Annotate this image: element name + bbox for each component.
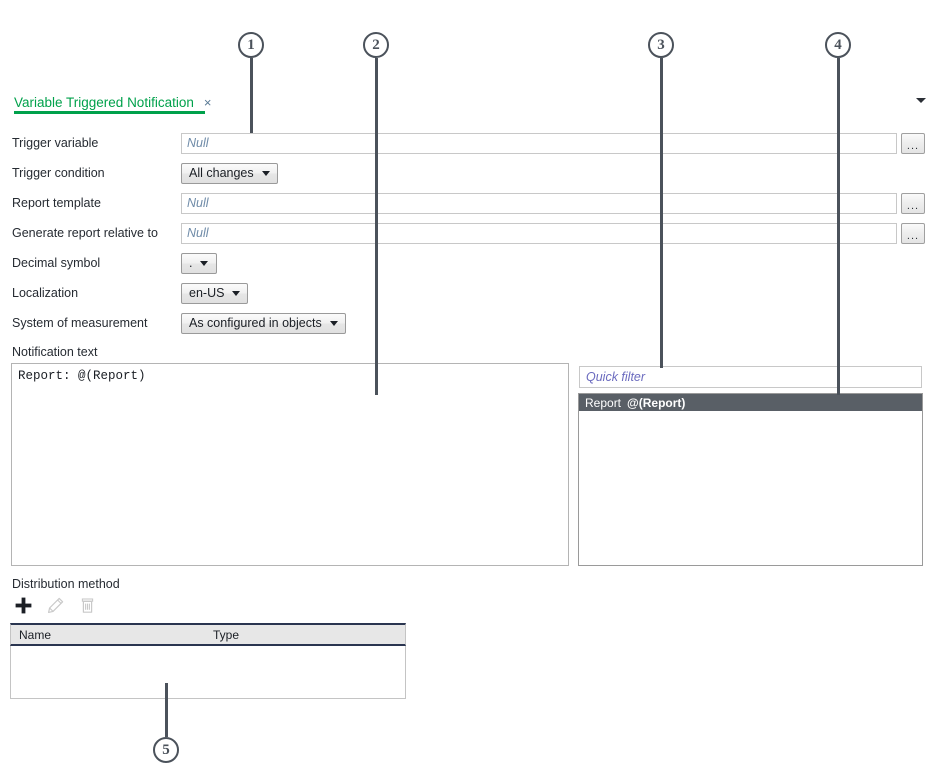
callout-marker-3: 3: [648, 32, 674, 58]
chevron-down-icon: [200, 260, 209, 266]
notification-text-editor[interactable]: Report: @(Report): [11, 363, 569, 566]
form-row-decimal-symbol: Decimal symbol .: [0, 248, 934, 278]
generate-report-relative-to-browse-button[interactable]: ...: [901, 222, 925, 244]
placeholder-value: Null: [187, 136, 209, 150]
form-row-localization: Localization en-US: [0, 278, 934, 308]
system-of-measurement-select[interactable]: As configured in objects: [181, 312, 346, 334]
delete-icon: [76, 594, 98, 616]
field-label: Localization: [12, 286, 79, 300]
callout-number: 3: [657, 36, 665, 53]
add-icon[interactable]: [12, 594, 34, 616]
form-row-trigger-variable: Trigger variable Null ...: [0, 128, 934, 158]
trigger-variable-input[interactable]: Null: [181, 132, 897, 154]
notification-text-label: Notification text: [12, 345, 98, 359]
list-item[interactable]: Report @(Report): [579, 394, 922, 411]
callout-number: 2: [372, 36, 380, 53]
report-template-input[interactable]: Null: [181, 192, 897, 214]
form-row-trigger-condition: Trigger condition All changes: [0, 158, 934, 188]
tab-strip: Variable Triggered Notification ×: [0, 88, 934, 118]
table-body[interactable]: [10, 646, 406, 699]
callout-marker-5: 5: [153, 737, 179, 763]
selected-value: All changes: [189, 166, 254, 180]
close-icon[interactable]: ×: [204, 96, 212, 109]
callout-leader-5: [165, 683, 168, 737]
token-list[interactable]: Report @(Report): [578, 393, 923, 566]
quick-filter-input[interactable]: Quick filter: [579, 366, 922, 388]
token-name: Report: [585, 395, 622, 410]
field-label: Generate report relative to: [12, 226, 158, 240]
token-value: @(Report): [627, 395, 686, 410]
placeholder-value: Null: [187, 226, 209, 240]
tab-active-indicator: [14, 111, 205, 114]
chevron-down-icon: [232, 290, 241, 296]
table-header-row: Name Type: [10, 623, 406, 646]
generate-report-relative-to-input[interactable]: Null: [181, 222, 897, 244]
field-label: Report template: [12, 196, 101, 210]
callout-marker-1: 1: [238, 32, 264, 58]
column-header-type[interactable]: Type: [211, 628, 405, 642]
form-row-report-template: Report template Null ...: [0, 188, 934, 218]
callout-leader-2: [375, 58, 378, 395]
edit-icon: [44, 594, 66, 616]
placeholder-value: Null: [187, 196, 209, 210]
selected-value: As configured in objects: [189, 316, 322, 330]
form-row-generate-report-relative-to: Generate report relative to Null ...: [0, 218, 934, 248]
form-row-system-of-measurement: System of measurement As configured in o…: [0, 308, 934, 338]
callout-number: 4: [834, 36, 842, 53]
callout-leader-4: [837, 58, 840, 395]
callout-leader-1: [250, 58, 253, 133]
chevron-down-icon: [261, 170, 270, 176]
trigger-condition-select[interactable]: All changes: [181, 162, 278, 184]
callout-leader-3: [660, 58, 663, 368]
distribution-method-table: Name Type: [10, 623, 406, 701]
localization-select[interactable]: en-US: [181, 282, 249, 304]
callout-number: 5: [162, 741, 170, 758]
trigger-variable-browse-button[interactable]: ...: [901, 132, 925, 154]
callout-number: 1: [247, 36, 255, 53]
column-header-name[interactable]: Name: [11, 628, 211, 642]
callout-marker-4: 4: [825, 32, 851, 58]
report-template-browse-button[interactable]: ...: [901, 192, 925, 214]
tab-label: Variable Triggered Notification: [14, 94, 194, 110]
field-label: Decimal symbol: [12, 256, 101, 270]
chevron-down-icon[interactable]: [916, 98, 926, 103]
field-label: Trigger variable: [12, 136, 99, 150]
settings-form: Trigger variable Null ... Trigger condit…: [0, 128, 934, 338]
field-label: Trigger condition: [12, 166, 105, 180]
distribution-method-toolbar: [12, 594, 98, 616]
chevron-down-icon: [329, 320, 338, 326]
quick-filter-placeholder: Quick filter: [586, 370, 646, 384]
distribution-method-label: Distribution method: [12, 577, 120, 591]
selected-value: .: [189, 256, 193, 270]
decimal-symbol-select[interactable]: .: [181, 252, 217, 274]
selected-value: en-US: [189, 286, 225, 300]
field-label: System of measurement: [12, 316, 148, 330]
callout-marker-2: 2: [363, 32, 389, 58]
